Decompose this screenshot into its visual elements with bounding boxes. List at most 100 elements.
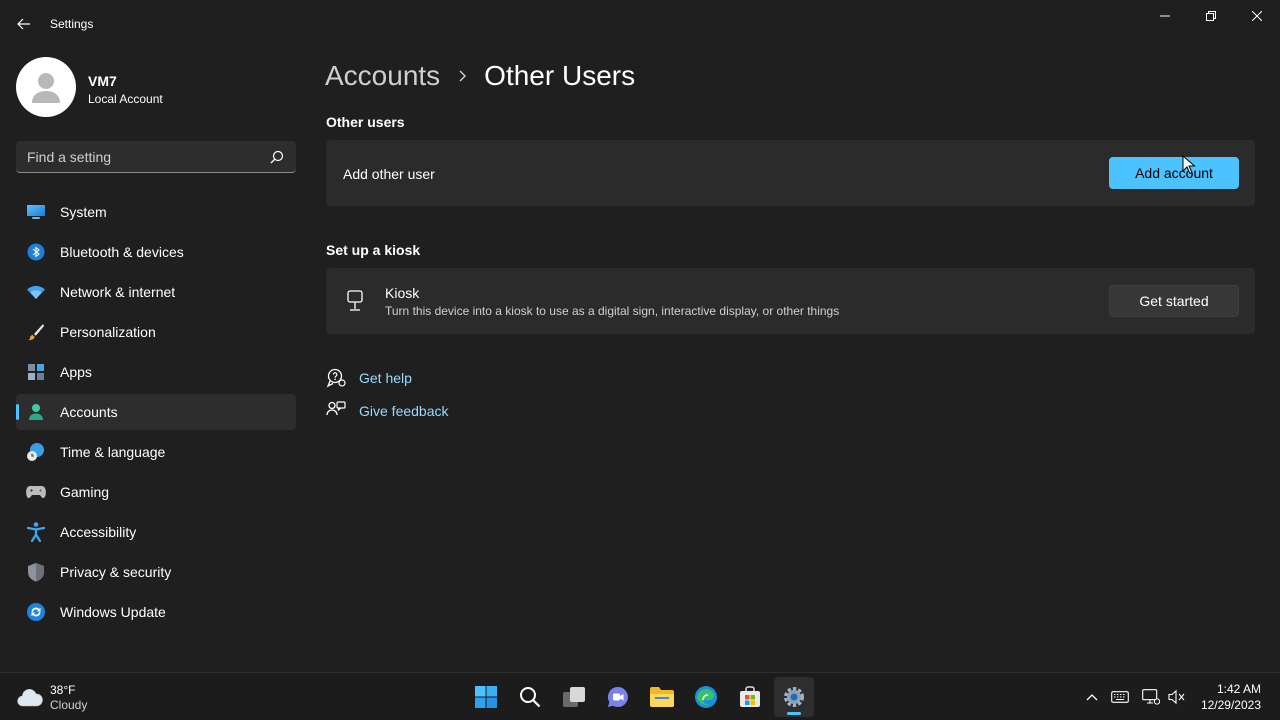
sidebar-nav: System Bluetooth & devices Network & int…: [16, 194, 296, 634]
sidebar-item-label: Time & language: [60, 444, 166, 460]
search-icon: [520, 687, 541, 708]
edge-browser-button[interactable]: [686, 677, 726, 717]
update-icon: [26, 603, 46, 621]
volume-button[interactable]: [1165, 685, 1189, 709]
person-icon: [26, 403, 46, 421]
close-icon: [1252, 11, 1262, 21]
close-button[interactable]: [1234, 0, 1280, 32]
get-help-link[interactable]: Get help: [326, 368, 412, 388]
sidebar-item-label: Privacy & security: [60, 564, 172, 580]
gamepad-icon: [26, 483, 46, 501]
accessibility-icon: [26, 522, 46, 542]
search-icon[interactable]: [270, 150, 284, 164]
sidebar-item-privacy-security[interactable]: Privacy & security: [16, 554, 296, 590]
apps-icon: [26, 363, 46, 381]
sidebar-item-personalization[interactable]: Personalization: [16, 314, 296, 350]
sidebar-item-bluetooth[interactable]: Bluetooth & devices: [16, 234, 296, 270]
sidebar-item-label: Windows Update: [60, 604, 166, 620]
back-arrow-icon: [17, 18, 30, 30]
minimize-button[interactable]: [1142, 0, 1188, 32]
start-button[interactable]: [466, 677, 506, 717]
get-started-button[interactable]: Get started: [1109, 285, 1239, 317]
kiosk-card: Kiosk Turn this device into a kiosk to u…: [326, 268, 1255, 334]
clock-time: 1:42 AM: [1216, 682, 1261, 696]
add-other-user-card: Add other user Add account: [326, 140, 1255, 206]
monitor-icon: [26, 203, 46, 221]
store-bag-icon: [740, 686, 760, 707]
keyboard-layout-button[interactable]: [1108, 685, 1132, 709]
back-button[interactable]: [10, 10, 38, 38]
network-status-button[interactable]: [1139, 685, 1163, 709]
sidebar-item-label: Gaming: [60, 484, 110, 500]
breadcrumb-parent-link[interactable]: Accounts: [325, 60, 440, 92]
sidebar-item-accessibility[interactable]: Accessibility: [16, 514, 296, 550]
sidebar-item-label: Accessibility: [60, 524, 137, 540]
kiosk-title: Kiosk: [385, 285, 420, 301]
keyboard-icon: [1111, 691, 1129, 703]
other-users-section-title: Other users: [326, 114, 405, 130]
restore-icon: [1206, 11, 1216, 21]
windows-logo-icon: [475, 686, 497, 708]
bluetooth-icon: [26, 243, 46, 261]
give-feedback-label: Give feedback: [359, 403, 449, 419]
minimize-icon: [1160, 15, 1170, 17]
taskbar: 38°F Cloudy 1:42 AM 12/29/2023: [0, 672, 1280, 720]
profile-account-type: Local Account: [88, 92, 163, 106]
help-chat-icon: [326, 368, 346, 388]
add-account-button[interactable]: Add account: [1109, 157, 1239, 189]
feedback-icon: [326, 401, 346, 416]
weather-widget[interactable]: 38°F Cloudy: [16, 681, 136, 713]
teams-chat-button[interactable]: [598, 677, 638, 717]
add-other-user-label: Add other user: [343, 166, 435, 182]
show-hidden-icons-button[interactable]: [1080, 685, 1104, 709]
kiosk-section-title: Set up a kiosk: [326, 242, 421, 258]
chevron-right-icon: [456, 70, 468, 82]
weather-description: Cloudy: [50, 698, 88, 712]
kiosk-description: Turn this device into a kiosk to use as …: [385, 304, 840, 318]
restore-button[interactable]: [1188, 0, 1234, 32]
folder-icon: [650, 687, 674, 707]
breadcrumb: Accounts Other Users: [325, 58, 635, 94]
give-feedback-link[interactable]: Give feedback: [326, 401, 449, 421]
brush-icon: [26, 323, 46, 341]
get-help-label: Get help: [359, 370, 412, 386]
weather-temperature: 38°F: [50, 683, 76, 697]
profile-name: VM7: [88, 73, 117, 89]
cloud-icon: [17, 689, 43, 707]
network-monitor-icon: [1142, 689, 1160, 705]
gear-icon: [784, 687, 804, 707]
sidebar-item-label: Bluetooth & devices: [60, 244, 184, 260]
sidebar-item-system[interactable]: System: [16, 194, 296, 230]
globe-clock-icon: [26, 443, 46, 461]
wifi-icon: [26, 283, 46, 301]
speaker-muted-icon: [1168, 689, 1185, 705]
sidebar-item-label: Apps: [60, 364, 92, 380]
microsoft-store-button[interactable]: [730, 677, 770, 717]
taskbar-clock[interactable]: 1:42 AM 12/29/2023: [1201, 681, 1261, 713]
task-view-button[interactable]: [554, 677, 594, 717]
user-profile[interactable]: VM7 Local Account: [16, 57, 296, 117]
sidebar-item-accounts[interactable]: Accounts: [16, 394, 296, 430]
sidebar-item-apps[interactable]: Apps: [16, 354, 296, 390]
sidebar-item-label: System: [60, 204, 107, 220]
avatar: [16, 57, 76, 117]
teams-chat-icon: [607, 686, 628, 707]
search-box: [16, 141, 296, 173]
mouse-cursor-icon: [1182, 155, 1196, 175]
file-explorer-button[interactable]: [642, 677, 682, 717]
settings-app-button[interactable]: [774, 677, 814, 717]
sidebar-item-time-language[interactable]: Time & language: [16, 434, 296, 470]
person-silhouette-icon: [32, 73, 60, 103]
sidebar-item-network[interactable]: Network & internet: [16, 274, 296, 310]
search-input[interactable]: [16, 141, 256, 172]
chevron-up-icon: [1086, 694, 1098, 701]
page-title: Other Users: [484, 60, 636, 91]
sidebar-item-gaming[interactable]: Gaming: [16, 474, 296, 510]
taskbar-search-button[interactable]: [510, 677, 550, 717]
sidebar-item-label: Accounts: [60, 404, 118, 420]
task-view-icon: [563, 687, 585, 707]
sidebar-item-label: Personalization: [60, 324, 156, 340]
shield-icon: [26, 563, 46, 582]
clock-date: 12/29/2023: [1200, 698, 1261, 712]
sidebar-item-windows-update[interactable]: Windows Update: [16, 594, 296, 630]
